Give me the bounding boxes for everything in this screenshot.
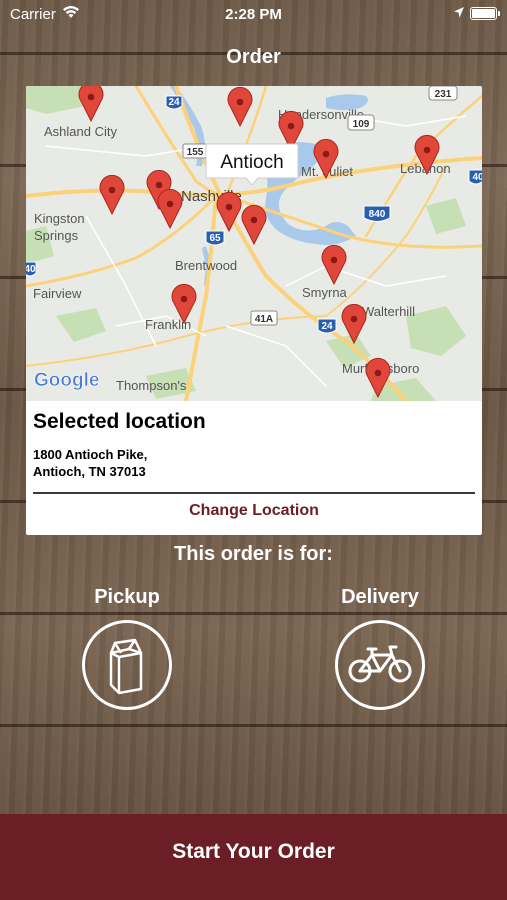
interstate-shield-icon: 40 xyxy=(468,169,482,185)
battery-icon xyxy=(470,7,500,20)
place-thompsons: Thompson's xyxy=(116,378,187,393)
delivery-label: Delivery xyxy=(341,586,419,608)
route-shield-icon: 155 xyxy=(182,143,208,159)
place-smyrna: Smyrna xyxy=(302,285,348,300)
page-title: Order xyxy=(226,46,281,68)
interstate-shield-icon: 840 xyxy=(363,205,391,222)
divider xyxy=(33,492,475,494)
place-fairview: Fairview xyxy=(33,286,82,301)
store-address: 1800 Antioch Pike, Antioch, TN 37013 xyxy=(33,446,147,480)
place-brentwood: Brentwood xyxy=(175,258,237,273)
delivery-button[interactable] xyxy=(335,620,425,710)
address-line-1: 1800 Antioch Pike, xyxy=(33,447,148,462)
status-bar: Carrier 2:28 PM xyxy=(0,0,507,30)
svg-text:24: 24 xyxy=(168,97,180,108)
place-kingston: Kingston xyxy=(34,211,85,226)
place-walterhill: Walterhill xyxy=(362,304,415,319)
route-shield-icon: 109 xyxy=(347,114,375,131)
interstate-shield-icon: 24 xyxy=(317,318,337,334)
route-shield-icon: 41A xyxy=(250,310,278,326)
place-springs: Springs xyxy=(34,228,79,243)
paper-bag-icon xyxy=(109,638,143,695)
svg-text:40: 40 xyxy=(26,264,36,275)
bicycle-icon xyxy=(348,645,412,683)
interstate-shield-icon: 65 xyxy=(205,230,225,246)
pickup-button[interactable] xyxy=(82,620,172,710)
store-map[interactable]: Hendersonville Ashland City Mt. Juliet L… xyxy=(26,86,482,401)
svg-text:840: 840 xyxy=(369,209,386,220)
svg-text:24: 24 xyxy=(321,321,333,332)
start-order-button[interactable]: Start Your Order xyxy=(0,814,507,900)
svg-text:41A: 41A xyxy=(255,314,273,325)
interstate-shield-icon: 24 xyxy=(165,95,183,110)
route-shield-icon: 231 xyxy=(428,86,458,101)
svg-text:Google: Google xyxy=(34,370,99,391)
interstate-shield-icon: 40 xyxy=(26,261,37,277)
pickup-label: Pickup xyxy=(94,586,160,608)
svg-text:155: 155 xyxy=(187,147,204,158)
location-card: Hendersonville Ashland City Mt. Juliet L… xyxy=(26,86,482,535)
address-line-2: Antioch, TN 37013 xyxy=(33,464,146,479)
change-location-button[interactable]: Change Location xyxy=(26,498,482,528)
svg-text:109: 109 xyxy=(353,119,370,130)
place-ashland-city: Ashland City xyxy=(44,124,117,139)
status-time: 2:28 PM xyxy=(225,6,282,23)
svg-text:65: 65 xyxy=(209,233,221,244)
callout-label: Antioch xyxy=(220,152,283,173)
google-logo: Google xyxy=(34,370,100,392)
svg-text:40: 40 xyxy=(472,172,482,183)
selected-location-heading: Selected location xyxy=(33,410,206,433)
location-arrow-icon xyxy=(453,6,465,23)
svg-text:231: 231 xyxy=(435,89,452,100)
order-type-prompt: This order is for: xyxy=(174,543,333,565)
